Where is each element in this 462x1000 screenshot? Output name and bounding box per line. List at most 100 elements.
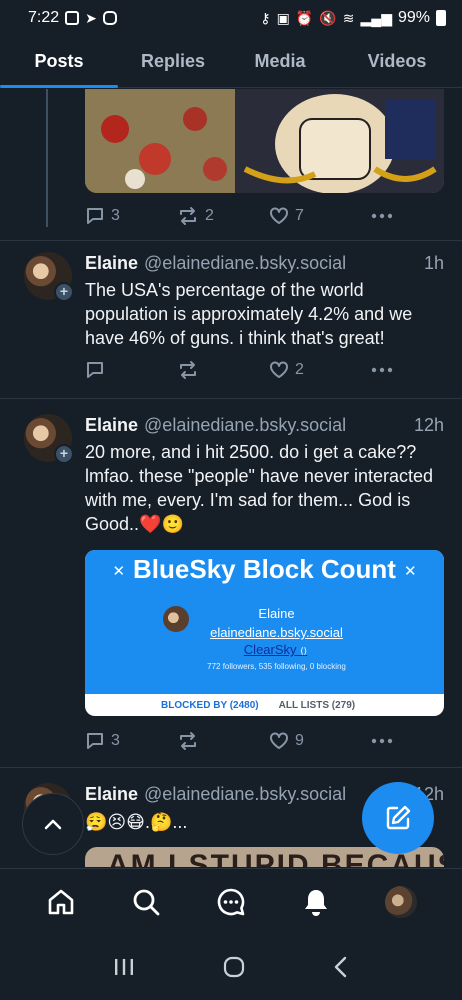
notifications-icon — [305, 889, 328, 916]
nav-profile[interactable] — [377, 878, 425, 926]
like-count: 2 — [295, 361, 304, 378]
scroll-to-top-button[interactable] — [22, 793, 84, 855]
telegram-icon: ➤ — [85, 10, 97, 26]
like-count: 9 — [295, 732, 304, 749]
close-icon: ✕ — [112, 563, 126, 581]
recent-apps-icon[interactable] — [113, 957, 135, 977]
profile-avatar — [385, 885, 418, 918]
post-time: 12h — [413, 415, 444, 435]
follow-plus-icon[interactable]: + — [54, 444, 74, 464]
edit-icon — [386, 805, 411, 830]
author-handle[interactable]: @elainediane.bsky.social — [144, 253, 416, 274]
compose-button[interactable] — [362, 782, 434, 854]
status-right: ⚷ ▣ ⏰ 🔇 ≋ ▂▄▆ 99% — [260, 9, 446, 27]
post-actions: 2 — [85, 356, 405, 384]
author-name[interactable]: Elaine — [85, 415, 138, 436]
repost-icon — [180, 207, 196, 225]
alarm-icon: ⏰ — [295, 10, 314, 26]
embed-tab-lists: ALL LISTS (279) — [278, 699, 356, 711]
tab-posts[interactable]: Posts — [0, 36, 118, 88]
thread-line — [46, 89, 48, 227]
embed-stats: 772 followers, 535 following, 0 blocking — [207, 662, 346, 671]
post-text: The USA's percentage of the world popula… — [85, 280, 413, 348]
nav-search[interactable] — [122, 878, 170, 926]
profile-tabs: Posts Replies Media Videos — [0, 36, 462, 88]
wifi-icon: ≋ — [342, 10, 355, 26]
nav-chat[interactable] — [207, 878, 255, 926]
nfc-icon: ▣ — [276, 10, 290, 26]
repost-icon — [180, 361, 196, 379]
key-icon: ⚷ — [260, 10, 271, 26]
tab-media[interactable]: Media — [228, 36, 332, 88]
more-options-button[interactable] — [371, 738, 401, 744]
home-button-icon[interactable] — [222, 955, 246, 979]
instagram-icon — [102, 11, 117, 25]
embed-tabs: BLOCKED BY (2480) ALL LISTS (279) — [85, 694, 444, 716]
more-options-button[interactable] — [371, 213, 401, 219]
status-bar: 7:22 ➤ ⚷ ▣ ⏰ 🔇 ≋ ▂▄▆ 99% — [0, 0, 462, 36]
heart-icon — [270, 732, 288, 749]
status-left: 7:22 ➤ — [28, 9, 117, 27]
more-icon — [371, 213, 393, 219]
nav-home[interactable] — [37, 878, 85, 926]
embedded-image-card[interactable]: ✕ BlueSky Block Count ✕ Elaine elainediane… — [85, 550, 444, 716]
back-icon[interactable] — [333, 956, 349, 978]
reply-button[interactable]: 3 — [85, 731, 177, 751]
repost-button[interactable] — [177, 731, 269, 751]
reply-count: 3 — [111, 207, 120, 224]
repost-button[interactable] — [177, 360, 269, 380]
like-count: 7 — [295, 207, 304, 224]
more-icon — [371, 367, 393, 373]
post-header: Elaine @elainediane.bsky.social 1h — [85, 253, 444, 277]
post-actions: 3 2 7 — [85, 202, 405, 230]
heart-icon — [270, 207, 288, 224]
system-navigation — [0, 934, 462, 1000]
like-button[interactable]: 2 — [269, 360, 371, 380]
embed-clearsky-link: ClearSky ⟨⟩ — [85, 642, 444, 657]
author-name[interactable]: Elaine — [85, 253, 138, 274]
reply-icon — [87, 362, 103, 378]
reply-icon — [87, 733, 103, 749]
signal-icon: ▂▄▆ — [360, 10, 392, 26]
repost-button[interactable]: 2 — [177, 206, 269, 226]
embed-profile-handle: elainediane.bsky.social — [210, 625, 343, 640]
battery-percent: 99% — [397, 9, 430, 26]
home-icon — [48, 889, 73, 914]
link-suffix-icon: ⟨⟩ — [300, 646, 308, 656]
post-divider — [0, 767, 462, 768]
reply-icon — [87, 208, 103, 224]
post-feed[interactable]: 3 2 7 + Elaine @elainediane.bsky.social … — [0, 89, 462, 867]
post-time: 1h — [423, 253, 444, 273]
author-handle[interactable]: @elainediane.bsky.social — [144, 415, 406, 436]
reply-button[interactable] — [85, 360, 177, 380]
reply-button[interactable]: 3 — [85, 206, 177, 226]
embed-title-text: BlueSky Block Count — [133, 554, 396, 584]
clearsky-link-text: ClearSky — [243, 642, 297, 657]
author-name[interactable]: Elaine — [85, 784, 138, 805]
tab-replies[interactable]: Replies — [118, 36, 228, 88]
embed-title: ✕ BlueSky Block Count ✕ — [85, 554, 444, 585]
post-actions: 3 9 — [85, 727, 405, 755]
like-button[interactable]: 9 — [269, 731, 371, 751]
repost-icon — [180, 732, 196, 750]
chat-icon — [217, 888, 245, 915]
reply-count: 3 — [111, 732, 120, 749]
like-button[interactable]: 7 — [269, 206, 371, 226]
heart-icon — [270, 361, 288, 378]
more-icon — [371, 738, 393, 744]
follow-plus-icon[interactable]: + — [54, 282, 74, 302]
post-image[interactable] — [85, 89, 444, 193]
battery-icon — [436, 10, 446, 26]
bottom-navigation — [0, 868, 462, 934]
mute-icon: 🔇 — [319, 10, 337, 26]
embed-banner: ✕ BlueSky Block Count ✕ Elaine elainediane… — [85, 550, 444, 694]
close-icon: ✕ — [403, 563, 417, 581]
tab-videos[interactable]: Videos — [332, 36, 462, 88]
post-divider — [0, 240, 462, 241]
chevron-up-icon — [44, 819, 62, 830]
embed-profile-name: Elaine — [258, 606, 295, 621]
nav-notifications[interactable] — [292, 878, 340, 926]
more-options-button[interactable] — [371, 367, 401, 373]
gallery-icon — [65, 11, 80, 25]
post-header: Elaine @elainediane.bsky.social 12h — [85, 415, 444, 439]
